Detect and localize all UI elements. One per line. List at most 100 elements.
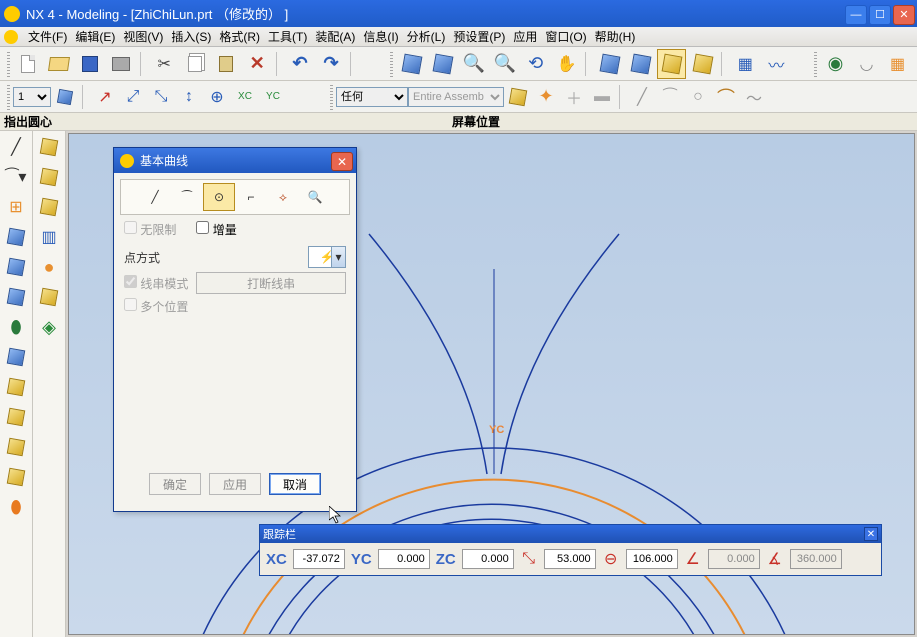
delete-button[interactable]: ✕ [243, 49, 272, 79]
pan-tool[interactable]: ✋ [552, 49, 581, 79]
yc-input[interactable] [378, 549, 430, 569]
vt-line[interactable]: ╱ [3, 134, 29, 160]
vt-yellow2[interactable] [3, 404, 29, 430]
wcs-tool-4[interactable]: ↕ [176, 84, 202, 110]
toolbar-grip[interactable] [330, 84, 333, 110]
new-file-button[interactable] [14, 49, 43, 79]
curve-wave-tool[interactable]: 〜 [741, 84, 767, 110]
wcs-tool-1[interactable]: ↗ [92, 84, 118, 110]
menu-format[interactable]: 格式(R) [215, 28, 264, 45]
menu-tools[interactable]: 工具(T) [264, 28, 311, 45]
menu-window[interactable]: 窗口(O) [541, 28, 590, 45]
magnify-type-button[interactable]: 🔍 [299, 183, 331, 211]
rotate-tool[interactable]: ⟲ [521, 49, 550, 79]
toolbar-grip[interactable] [390, 51, 393, 77]
sketch-tool-2[interactable]: ◡ [852, 49, 881, 79]
menu-file[interactable]: 文件(F) [24, 28, 71, 45]
menu-preset[interactable]: 预设置(P) [449, 28, 509, 45]
undo-button[interactable]: ↶ [286, 49, 315, 79]
assembly-select[interactable]: Entire Assemb [408, 87, 504, 107]
vt-cyl[interactable]: ⬮ [3, 314, 29, 340]
shade-tool-1[interactable] [595, 49, 624, 79]
vt2-sphere[interactable]: ● [36, 254, 62, 280]
sel-tool-2[interactable]: ✦ [533, 84, 559, 110]
circle-type-button[interactable]: ⊙ [203, 183, 235, 211]
open-file-button[interactable] [45, 49, 74, 79]
zoom-tool[interactable]: 🔍 [459, 49, 488, 79]
menu-analyze[interactable]: 分析(L) [403, 28, 450, 45]
view-tool-2[interactable] [428, 49, 457, 79]
redo-button[interactable]: ↷ [317, 49, 346, 79]
sketch-tool-3[interactable]: ▦ [883, 49, 912, 79]
xc-input[interactable] [293, 549, 345, 569]
arc-type-button[interactable]: ⁀ [171, 183, 203, 211]
vt-yellow1[interactable] [3, 374, 29, 400]
unlimited-checkbox[interactable]: 无限制 [124, 221, 176, 238]
ok-button[interactable]: 确定 [149, 473, 201, 495]
layer-select[interactable]: 1 [13, 87, 51, 107]
tracking-bar-close[interactable]: ✕ [864, 527, 878, 541]
dialog-titlebar[interactable]: 基本曲线 ✕ [114, 148, 356, 173]
toolbar-grip[interactable] [814, 51, 817, 77]
vt-cube2[interactable] [3, 254, 29, 280]
vt-cube3[interactable] [3, 284, 29, 310]
paste-button[interactable] [212, 49, 241, 79]
tracking-bar-titlebar[interactable]: 跟踪栏 ✕ [260, 525, 881, 543]
save-button[interactable] [76, 49, 105, 79]
menu-help[interactable]: 帮助(H) [591, 28, 640, 45]
shade-tool-4[interactable] [688, 49, 717, 79]
layer-tool[interactable] [52, 84, 78, 110]
wcs-tool-2[interactable]: ⤢ [120, 84, 146, 110]
wcs-tool-3[interactable]: ⤡ [148, 84, 174, 110]
vt-yellow3[interactable] [3, 434, 29, 460]
sketch-tool-1[interactable]: ◉ [821, 49, 850, 79]
menu-app[interactable]: 应用 [509, 28, 541, 45]
menu-info[interactable]: 信息(I) [359, 28, 402, 45]
minimize-button[interactable]: — [845, 5, 867, 25]
vt-arc[interactable]: ⁀▾ [3, 164, 29, 190]
spline-type-button[interactable]: ⟡ [267, 183, 299, 211]
wcs-tool-6[interactable]: XC [232, 84, 258, 110]
line-type-button[interactable]: ╱ [139, 183, 171, 211]
print-button[interactable] [107, 49, 136, 79]
cancel-button[interactable]: 取消 [269, 473, 321, 495]
wireframe-tool[interactable]: ▦ [731, 49, 760, 79]
menu-view[interactable]: 视图(V) [119, 28, 167, 45]
wave-tool[interactable]: 〰 [762, 49, 791, 79]
shade-tool-2[interactable] [626, 49, 655, 79]
vt2-green[interactable]: ◈ [36, 314, 62, 340]
vt2-cube2[interactable] [36, 164, 62, 190]
wcs-tool-5[interactable]: ⊕ [204, 84, 230, 110]
increment-checkbox[interactable]: 增量 [196, 221, 236, 238]
vt-block[interactable] [3, 344, 29, 370]
vt-cyl2[interactable]: ⬮ [3, 494, 29, 520]
curve-arc-tool[interactable]: ⁀ [657, 84, 683, 110]
sel-tool-3[interactable]: ＋ [561, 84, 587, 110]
curve-spline-tool[interactable]: ⌒ [713, 84, 739, 110]
toolbar-grip[interactable] [7, 51, 10, 77]
curve-line-tool[interactable]: ╱ [629, 84, 655, 110]
curve-circle-tool[interactable]: ○ [685, 84, 711, 110]
vt2-cube4[interactable] [36, 284, 62, 310]
close-button[interactable]: ✕ [893, 5, 915, 25]
maximize-button[interactable]: ☐ [869, 5, 891, 25]
angle-input[interactable] [626, 549, 678, 569]
vt-cube1[interactable] [3, 224, 29, 250]
sel-tool-1[interactable] [505, 84, 531, 110]
vt2-cube3[interactable] [36, 194, 62, 220]
menu-assembly[interactable]: 装配(A) [311, 28, 359, 45]
vt-tree[interactable]: ⊞ [3, 194, 29, 220]
copy-button[interactable] [181, 49, 210, 79]
menu-insert[interactable]: 插入(S) [167, 28, 215, 45]
dialog-close-button[interactable]: ✕ [331, 152, 353, 171]
break-string-button[interactable]: 打断线串 [196, 272, 346, 294]
view-tool-1[interactable] [397, 49, 426, 79]
vt-yellow4[interactable] [3, 464, 29, 490]
point-mode-dropdown[interactable]: ⚡ ▾ [308, 246, 346, 268]
vt2-cube1[interactable] [36, 134, 62, 160]
shade-tool-3[interactable] [657, 49, 686, 79]
wcs-tool-7[interactable]: YC [260, 84, 286, 110]
apply-button[interactable]: 应用 [209, 473, 261, 495]
filter-select[interactable]: 任何 [336, 87, 408, 107]
toolbar-grip[interactable] [7, 84, 10, 110]
